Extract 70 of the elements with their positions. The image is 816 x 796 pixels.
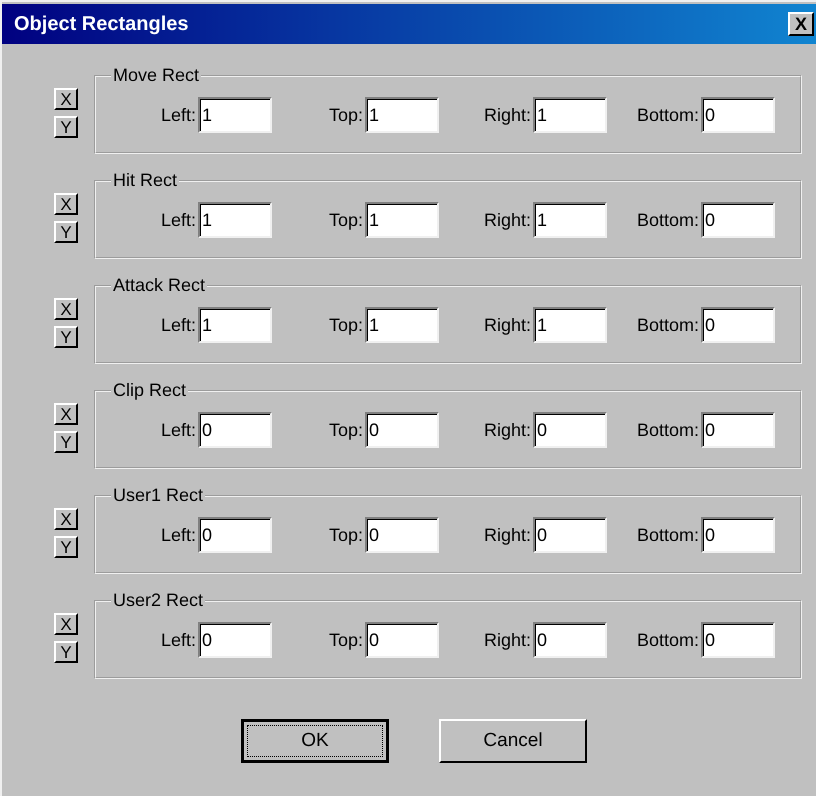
field-label: Left: bbox=[160, 524, 196, 546]
field-label: Bottom: bbox=[636, 208, 699, 232]
cancel-button[interactable]: Cancel bbox=[439, 719, 587, 763]
field-label: Right: bbox=[484, 208, 531, 232]
field-label: Left: bbox=[160, 628, 196, 652]
axis-button[interactable]: X bbox=[54, 613, 78, 635]
input-field[interactable]: 0 bbox=[365, 622, 439, 658]
input-field[interactable]: 0 bbox=[198, 622, 272, 658]
axis-button[interactable]: Y bbox=[54, 641, 78, 663]
group-title: Hit Rect bbox=[112, 169, 178, 192]
input-field[interactable]: 1 bbox=[533, 307, 607, 343]
axis-button[interactable]: X bbox=[54, 508, 78, 530]
input-field[interactable]: 0 bbox=[365, 517, 439, 553]
group-title: Clip Rect bbox=[112, 379, 188, 402]
group-title: Move Rect bbox=[112, 64, 200, 87]
group-title: Attack Rect bbox=[112, 274, 206, 297]
axis-button[interactable]: X bbox=[54, 88, 78, 110]
input-field[interactable]: 0 bbox=[701, 307, 775, 343]
close-button[interactable]: X bbox=[788, 12, 814, 36]
input-field[interactable]: 0 bbox=[533, 517, 607, 553]
axis-button[interactable]: X bbox=[54, 403, 78, 425]
axis-button[interactable]: Y bbox=[54, 326, 78, 348]
input-field[interactable]: 0 bbox=[198, 412, 272, 448]
field-label: Top: bbox=[328, 418, 363, 442]
field-label: Bottom: bbox=[636, 628, 699, 652]
field-label: Top: bbox=[328, 104, 363, 127]
axis-button[interactable]: Y bbox=[54, 221, 78, 243]
field-label: Bottom: bbox=[636, 314, 699, 336]
input-field[interactable]: 1 bbox=[365, 307, 439, 343]
axis-button[interactable]: Y bbox=[54, 431, 78, 453]
input-field[interactable]: 1 bbox=[365, 202, 439, 238]
input-field[interactable]: 0 bbox=[701, 622, 775, 658]
axis-button[interactable]: X bbox=[54, 193, 78, 215]
field-label: Bottom: bbox=[636, 418, 699, 442]
field-label: Left: bbox=[160, 418, 196, 442]
field-label: Top: bbox=[328, 524, 363, 547]
axis-button[interactable]: X bbox=[54, 298, 78, 320]
window-title: Object Rectangles bbox=[14, 12, 189, 37]
field-label: Right: bbox=[484, 104, 531, 127]
input-field[interactable]: 0 bbox=[198, 517, 272, 553]
field-label: Top: bbox=[328, 208, 363, 232]
ok-button[interactable]: OK bbox=[241, 719, 389, 763]
input-field[interactable]: 0 bbox=[701, 517, 775, 553]
field-label: Top: bbox=[328, 628, 363, 652]
input-field[interactable]: 1 bbox=[533, 97, 607, 133]
field-label: Left: bbox=[160, 208, 196, 232]
input-field[interactable]: 0 bbox=[701, 97, 775, 133]
input-field[interactable]: 1 bbox=[198, 202, 272, 238]
input-field[interactable]: 1 bbox=[198, 307, 272, 343]
input-field[interactable]: 0 bbox=[533, 412, 607, 448]
group-title: User2 Rect bbox=[112, 589, 204, 612]
field-label: Right: bbox=[484, 628, 531, 652]
field-label: Right: bbox=[484, 314, 531, 337]
field-label: Bottom: bbox=[636, 104, 699, 126]
input-field[interactable]: 0 bbox=[701, 412, 775, 448]
group-title: User1 Rect bbox=[112, 484, 204, 507]
field-label: Left: bbox=[160, 314, 196, 336]
input-field[interactable]: 1 bbox=[365, 97, 439, 133]
input-field[interactable]: 0 bbox=[533, 622, 607, 658]
input-field[interactable]: 1 bbox=[533, 202, 607, 238]
input-field[interactable]: 0 bbox=[365, 412, 439, 448]
axis-button[interactable]: Y bbox=[54, 536, 78, 558]
field-label: Bottom: bbox=[636, 524, 699, 546]
field-label: Right: bbox=[484, 418, 531, 442]
field-label: Top: bbox=[328, 314, 363, 337]
input-field[interactable]: 1 bbox=[198, 97, 272, 133]
axis-button[interactable]: Y bbox=[54, 116, 78, 138]
input-field[interactable]: 0 bbox=[701, 202, 775, 238]
field-label: Right: bbox=[484, 524, 531, 547]
field-label: Left: bbox=[160, 104, 196, 126]
